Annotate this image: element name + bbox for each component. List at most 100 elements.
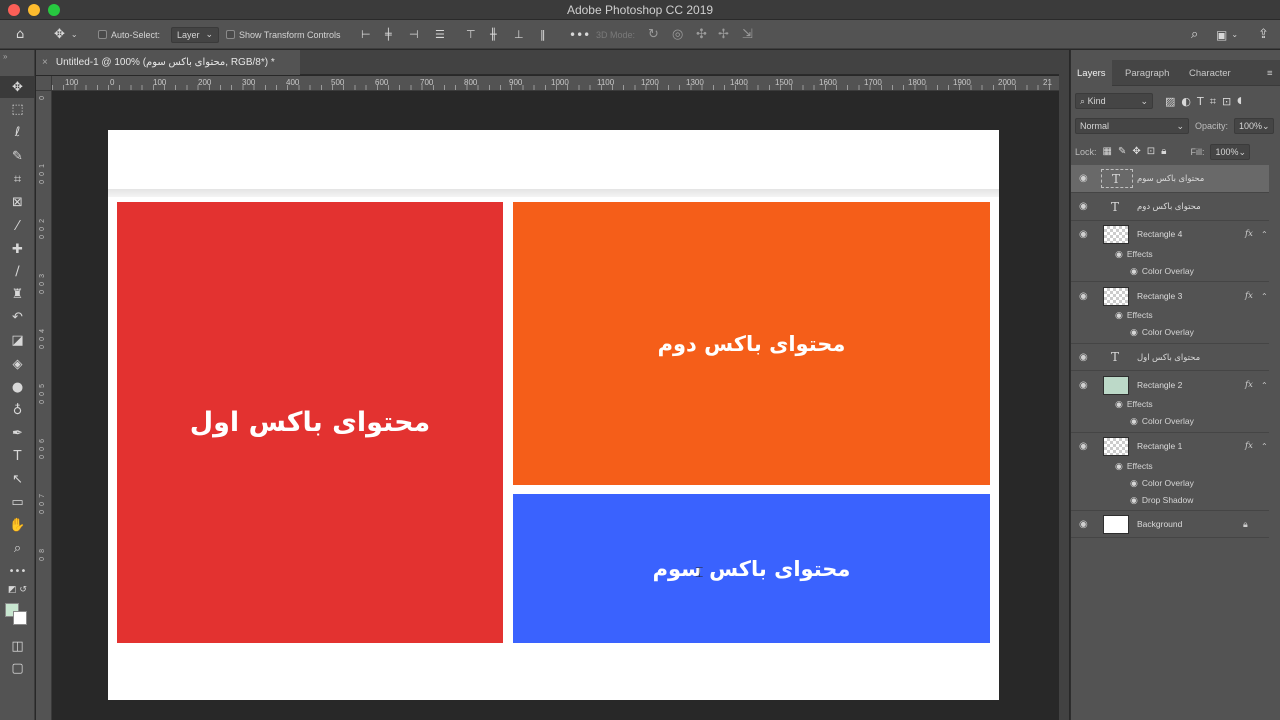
effects-row[interactable]: ◉ Effects <box>1115 399 1153 410</box>
eye-icon[interactable]: ◉ <box>1079 352 1088 363</box>
swap-colors-icon[interactable]: ◩ ↺ <box>0 583 35 597</box>
box-third[interactable]: محتوای باکس سوم <box>513 494 990 643</box>
align-middle-icon[interactable]: ╫ <box>490 20 497 49</box>
eye-icon[interactable]: ◉ <box>1079 519 1088 530</box>
eye-icon[interactable]: ◉ <box>1079 441 1088 452</box>
lock-transparent-icon[interactable]: ▦ <box>1103 147 1112 157</box>
more-tools-icon[interactable]: ••• <box>0 561 35 583</box>
layer-row[interactable]: ◉ T محتوای باکس دوم <box>1071 193 1269 220</box>
expand-effects-icon[interactable]: ⌃ <box>1261 381 1268 390</box>
fx-icon[interactable]: fx <box>1245 441 1253 451</box>
close-tab-icon[interactable]: × <box>42 57 48 68</box>
effect-row[interactable]: ◉ Color Overlay <box>1130 327 1194 338</box>
fx-icon[interactable]: fx <box>1245 229 1253 239</box>
expand-effects-icon[interactable]: ⌃ <box>1261 292 1268 301</box>
3d-drag-icon[interactable]: ✣ <box>696 20 707 49</box>
quick-mask-icon[interactable]: ◫ <box>0 635 35 657</box>
eye-icon[interactable]: ◉ <box>1079 201 1088 212</box>
eye-icon[interactable]: ◉ <box>1079 173 1088 184</box>
auto-select-dropdown[interactable]: Layer ⌄ <box>171 26 220 43</box>
lock-icon[interactable]: 🔒︎ <box>1243 519 1248 530</box>
layer-row[interactable]: ◉ Background 🔒︎ <box>1071 512 1269 536</box>
healing-brush-tool[interactable]: ✚ <box>0 238 35 260</box>
filter-smart-object-icon[interactable]: ⊡ <box>1222 96 1231 107</box>
effect-row[interactable]: ◉ Color Overlay <box>1130 266 1194 277</box>
path-selection-tool[interactable]: ↖ <box>0 468 35 490</box>
blur-tool[interactable]: ● <box>0 376 35 398</box>
effect-row[interactable]: ◉ Color Overlay <box>1130 416 1194 427</box>
panel-menu-icon[interactable]: ≡ <box>1267 60 1273 86</box>
stamp-tool[interactable]: ♜ <box>0 283 35 305</box>
3d-rotate-icon[interactable]: ↻ <box>648 20 659 49</box>
layer-row[interactable]: ◉ Rectangle 2 fx ⌃ <box>1071 373 1269 397</box>
marquee-tool[interactable]: ⬚ <box>0 98 35 120</box>
lock-all-icon[interactable]: 🔒︎ <box>1161 147 1166 157</box>
lock-position-icon[interactable]: ✥ <box>1132 147 1140 157</box>
effect-row[interactable]: ◉ Drop Shadow <box>1130 495 1193 506</box>
distribute-icon[interactable]: ☰ <box>435 20 445 49</box>
collapse-panel-icon[interactable]: » <box>3 52 7 61</box>
paint-bucket-tool[interactable]: ◈ <box>0 353 35 375</box>
layer-row[interactable]: ◉ Rectangle 4 fx ⌃ <box>1071 222 1269 246</box>
show-transform-checkbox[interactable] <box>226 30 235 39</box>
lasso-tool[interactable]: ℓ <box>0 121 35 143</box>
effects-row[interactable]: ◉ Effects <box>1115 461 1153 472</box>
tab-paragraph[interactable]: Paragraph <box>1125 60 1169 86</box>
filter-toggle-icon[interactable]: ◖ <box>1237 96 1242 106</box>
brush-tool[interactable]: ∕ <box>0 260 35 282</box>
layer-row[interactable]: ◉ T محتوای باکس اول <box>1071 345 1269 369</box>
layer-row[interactable]: ◉ Rectangle 1 fx ⌃ <box>1071 434 1269 458</box>
align-center-icon[interactable]: ╪ <box>385 20 392 49</box>
dodge-tool[interactable]: ♁ <box>0 399 35 421</box>
layer-row[interactable]: ◉ Rectangle 3 fx ⌃ <box>1071 284 1269 308</box>
eraser-tool[interactable]: ◪ <box>0 329 35 351</box>
eye-icon[interactable]: ◉ <box>1079 291 1088 302</box>
home-icon[interactable]: ⌂ <box>16 20 24 49</box>
align-bottom-icon[interactable]: ⊥ <box>514 20 524 49</box>
screen-mode-icon[interactable]: ▢ <box>0 657 35 679</box>
blend-mode-dropdown[interactable]: Normal ⌄ <box>1075 118 1189 134</box>
hand-tool[interactable]: ✋ <box>0 514 35 536</box>
fx-icon[interactable]: fx <box>1245 380 1253 390</box>
filter-shape-icon[interactable]: ⌗ <box>1210 96 1216 107</box>
auto-select-checkbox[interactable] <box>98 30 107 39</box>
align-top-icon[interactable]: ⊤ <box>466 20 476 49</box>
align-right-icon[interactable]: ⊣ <box>409 20 419 49</box>
move-tool[interactable]: ✥ <box>0 76 35 98</box>
distribute-vertical-icon[interactable]: ‖ <box>540 20 546 49</box>
search-icon[interactable]: ⌕ <box>1191 20 1198 49</box>
expand-effects-icon[interactable]: ⌃ <box>1261 230 1268 239</box>
eye-icon[interactable]: ◉ <box>1079 229 1088 240</box>
tab-layers[interactable]: Layers <box>1071 60 1112 86</box>
3d-slide-icon[interactable]: ✢ <box>718 20 729 49</box>
box-first[interactable]: محتوای باکس اول <box>117 202 503 643</box>
crop-tool[interactable]: ⌗ <box>0 168 35 190</box>
fill-field[interactable]: 100% ⌄ <box>1210 144 1251 160</box>
filter-type-icon[interactable]: T <box>1197 96 1204 107</box>
pen-tool[interactable]: ✒ <box>0 422 35 444</box>
effects-row[interactable]: ◉ Effects <box>1115 249 1153 260</box>
share-icon[interactable]: ⇪ <box>1258 20 1269 49</box>
effect-row[interactable]: ◉ Color Overlay <box>1130 478 1194 489</box>
zoom-tool[interactable]: ⌕ <box>0 537 35 559</box>
expand-effects-icon[interactable]: ⌃ <box>1261 442 1268 451</box>
effects-row[interactable]: ◉ Effects <box>1115 310 1153 321</box>
eye-icon[interactable]: ◉ <box>1079 380 1088 391</box>
3d-roll-icon[interactable]: ◎ <box>672 20 683 49</box>
opacity-field[interactable]: 100% ⌄ <box>1234 118 1275 134</box>
tab-character[interactable]: Character <box>1189 60 1231 86</box>
lock-image-icon[interactable]: ✎ <box>1118 147 1126 157</box>
fx-icon[interactable]: fx <box>1245 291 1253 301</box>
workspace-icon[interactable]: ▣ ⌄ <box>1216 20 1238 49</box>
frame-tool[interactable]: ⊠ <box>0 191 35 213</box>
layer-filter-dropdown[interactable]: ⌕ Kind ⌄ <box>1075 93 1153 109</box>
type-tool[interactable]: T <box>0 445 35 467</box>
3d-scale-icon[interactable]: ⇲ <box>742 20 753 49</box>
background-color-swatch[interactable] <box>13 611 27 625</box>
document-tab[interactable]: × Untitled-1 @ 100% (محتوای باکس سوم, RG… <box>36 50 300 75</box>
box-second[interactable]: محتوای باکس دوم <box>513 202 990 485</box>
filter-adjustment-icon[interactable]: ◐ <box>1181 96 1191 107</box>
layer-row[interactable]: ◉ T محتوای باکس سوم <box>1071 165 1269 192</box>
align-left-icon[interactable]: ⊢ <box>361 20 371 49</box>
lock-artboard-icon[interactable]: ⊡ <box>1147 147 1155 157</box>
